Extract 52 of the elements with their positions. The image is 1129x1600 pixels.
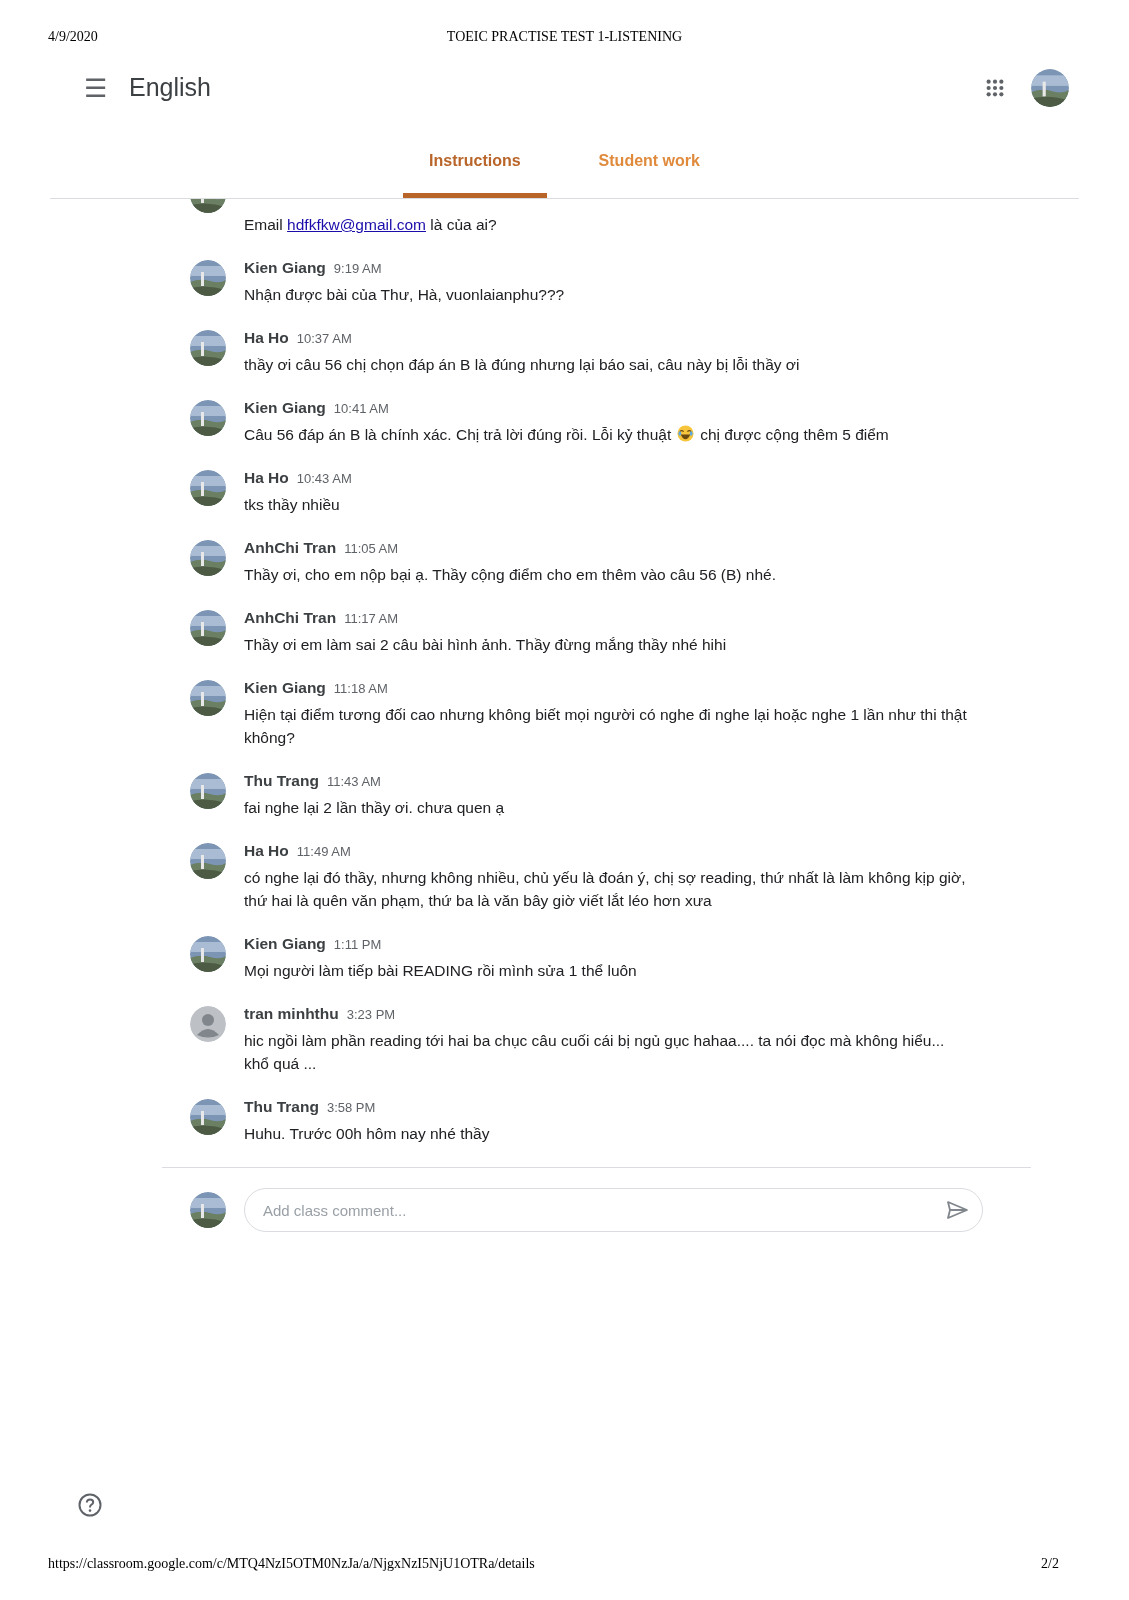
send-icon[interactable]	[946, 1199, 969, 1221]
print-title: TOEIC PRACTISE TEST 1-LISTENING	[446, 29, 683, 44]
laughing-face-icon	[677, 425, 695, 442]
comment-text: tks thầy nhiều	[244, 495, 341, 515]
page-number: 2/2	[1041, 1555, 1059, 1573]
author-name: tran minhthu	[244, 1005, 339, 1022]
comment-text: Thầy ơi, cho em nộp bại ạ. Thầy cộng điểm cho em thêm vào câu 56 (B) nhé.	[244, 565, 776, 585]
author-name: Kien Giang	[244, 259, 326, 276]
print-url: https://classroom.google.com/c/MTQ4NzI5OTM0NzJa/a/NjgxNzI5NjU1OTRa/details	[48, 1555, 535, 1573]
comment-time: 11:43 AM	[326, 774, 381, 789]
comment-time: 11:49 AM	[296, 844, 351, 859]
comment-text: chị được cộng thêm 5 điểm	[700, 426, 889, 443]
email-link[interactable]: hdfkfkw@gmail.com	[287, 216, 426, 233]
comment-text: Huhu. Trước 00h hôm nay nhé thầy	[244, 1124, 490, 1144]
author-name: AnhChi Tran	[244, 539, 337, 556]
help-icon[interactable]	[78, 1493, 102, 1517]
class-title: English	[129, 72, 211, 104]
comment-time: 11:05 AM	[344, 541, 399, 556]
comment-text: Thầy ơi em làm sai 2 câu bài hình ảnh. Thầy đừng mắng thầy nhé hihi	[244, 635, 727, 655]
comment-text: có nghe lại đó thầy, nhưng không nhiều, chủ yếu là đoán ý, chị sợ reading, thứ nhất là làm không kịp giờ, thứ hai là quên văn phạm, thứ ba là văn bây giờ viết lắt léo hơn xưa	[244, 868, 967, 911]
comment-time: 11:18 AM	[333, 681, 388, 696]
author-name: Thu Trang	[244, 772, 319, 789]
author-name: Ha Ho	[244, 329, 289, 346]
comment-text: Email hdfkfkw@gmail.com là của ai?	[244, 215, 497, 235]
author-name: Ha Ho	[244, 469, 289, 486]
author-name: Ha Ho	[244, 842, 289, 859]
comment-time: 11:17 AM	[344, 611, 399, 626]
comment-text: fai nghe lại 2 lần thầy ơi. chưa quen ạ	[244, 798, 505, 818]
comment-text: Mọi người làm tiếp bài READING rồi mình sửa 1 thể luôn	[244, 961, 637, 981]
author-name: Kien Giang	[244, 935, 326, 952]
comment-time: 1:11 PM	[333, 937, 382, 952]
tab[interactable]: Instructions	[403, 133, 547, 198]
comment-time: 10:43 AM	[296, 471, 352, 486]
comment-time: 10:41 AM	[333, 401, 389, 416]
apps-grid-icon[interactable]	[985, 78, 1005, 98]
comment-text: Nhận được bài của Thư, Hà, vuonlaianphu???	[244, 285, 565, 305]
comment-time: 10:37 AM	[296, 331, 352, 346]
comment-time: 3:23 PM	[346, 1007, 396, 1022]
author-name: AnhChi Tran	[244, 609, 337, 626]
comment-text: Hiện tại điểm tương đối cao nhưng không biết mọi người có nghe đi nghe lại hoặc nghe 1 lần như thi thật không?	[244, 705, 967, 748]
author-name: Kien Giang	[244, 399, 326, 416]
author-name: Thu Trang	[244, 1098, 319, 1115]
print-date: 4/9/2020	[48, 29, 98, 44]
comment-field[interactable]: Add class comment...	[244, 1188, 983, 1232]
author-name: Kien Giang	[244, 679, 326, 696]
comment-text: thầy ơi câu 56 chị chọn đáp án B là đúng nhưng lại báo sai, câu này bị lỗi thầy ơi	[244, 355, 800, 375]
avatar-icon	[190, 1006, 226, 1042]
comment-time: 3:58 PM	[326, 1100, 376, 1115]
comment-text: hic ngồi làm phần reading tới hai ba chục câu cuối cái bị ngủ gục hahaa.... ta nói đọc mà không hiểu... khổ quá ...	[244, 1031, 946, 1074]
comment-text: Câu 56 đáp án B là chính xác. Chị trả lời đúng rồi. Lỗi kỷ thuật	[244, 426, 672, 443]
menu-button[interactable]: ☰	[80, 75, 111, 101]
comment-time: 9:19 AM	[333, 261, 382, 276]
